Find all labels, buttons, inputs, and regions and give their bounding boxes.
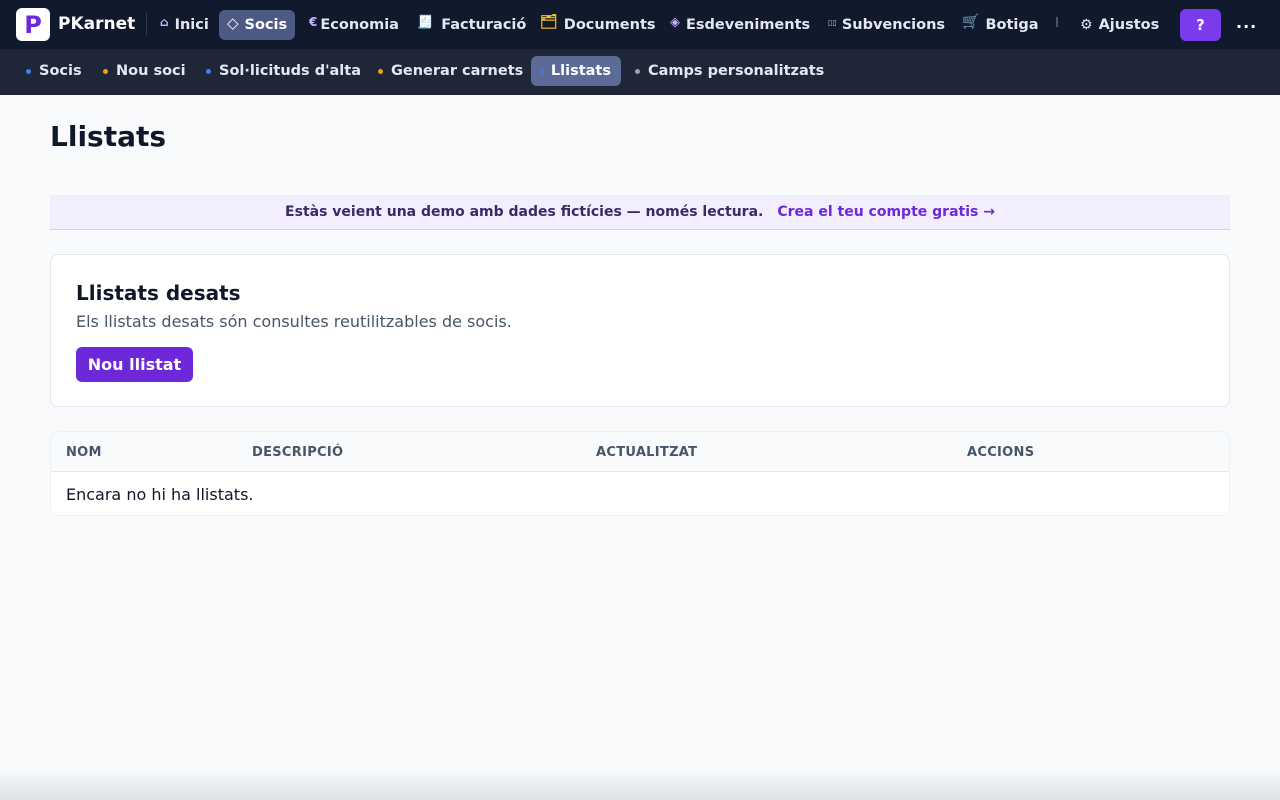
nav-item-inici[interactable]: ⌂ Inici bbox=[160, 10, 209, 40]
diamond-icon: ◇ bbox=[227, 14, 239, 32]
column-header-descripcio[interactable]: DESCRIPCIÓ bbox=[252, 445, 343, 460]
top-navbar: P PKarnet ⌂ Inici ◇ Socis € Economia 🧾 F… bbox=[0, 0, 1280, 49]
folder-icon: 🗂 bbox=[540, 14, 558, 30]
status-dot bbox=[103, 68, 108, 74]
help-button[interactable]: ? bbox=[1180, 9, 1221, 41]
subnav-item-label: Generar carnets bbox=[391, 63, 524, 79]
settings-button[interactable]: ⚙ Ajustos bbox=[1080, 10, 1159, 40]
new-list-button[interactable]: Nou llistat bbox=[76, 347, 193, 382]
lists-table: NOM DESCRIPCIÓ ACTUALITZAT ACCIONS Encar… bbox=[50, 431, 1230, 516]
more-menu-button[interactable]: ... bbox=[1236, 13, 1257, 32]
demo-banner-text: Estàs veient una demo amb dades fictície… bbox=[285, 204, 764, 220]
status-dot bbox=[26, 68, 31, 74]
cart-icon: 🛒 bbox=[962, 14, 980, 30]
subnav-item-label: Socis bbox=[39, 63, 82, 79]
nav-item-label: Economia bbox=[320, 17, 399, 33]
subnav-item-label: Llistats bbox=[550, 63, 611, 79]
subnav-item-nou-soci[interactable]: Nou soci bbox=[103, 56, 186, 86]
subnav-item-label: Sol·licituds d'alta bbox=[219, 63, 361, 79]
nav-item-label: Subvencions bbox=[841, 17, 946, 33]
gear-icon: ⚙ bbox=[1080, 17, 1093, 33]
receipt-icon: 🧾 bbox=[417, 14, 434, 30]
bottom-edge-shadow bbox=[0, 770, 1280, 800]
logo-letter: P bbox=[24, 10, 42, 39]
nav-item-label: Documents bbox=[563, 17, 656, 33]
app-logo[interactable]: P bbox=[16, 8, 50, 41]
column-header-actualitzat[interactable]: ACTUALITZAT bbox=[596, 445, 697, 460]
nav-item-botiga[interactable]: 🛒 Botiga bbox=[962, 10, 1039, 40]
app-name[interactable]: PKarnet bbox=[58, 14, 135, 34]
nav-divider bbox=[1056, 17, 1058, 27]
subnav-item-llistats[interactable]: Llistats bbox=[531, 56, 621, 86]
nav-item-documents[interactable]: 🗂 Documents bbox=[540, 10, 656, 40]
status-dot bbox=[378, 68, 383, 74]
nav-item-label: Botiga bbox=[985, 17, 1039, 33]
subnav-item-camps-personalitzats[interactable]: Camps personalitzats bbox=[635, 56, 824, 86]
status-dot bbox=[541, 68, 543, 74]
euro-icon: € bbox=[309, 15, 318, 29]
subnav-item-sollicituds[interactable]: Sol·licituds d'alta bbox=[206, 56, 361, 86]
column-header-accions: ACCIONS bbox=[967, 445, 1035, 460]
page-title: Llistats bbox=[50, 120, 167, 153]
event-icon: ◈ bbox=[670, 14, 680, 30]
card-description: Els llistats desats són consultes reutil… bbox=[76, 312, 512, 331]
nav-item-label: Socis bbox=[244, 17, 288, 33]
home-icon: ⌂ bbox=[160, 15, 169, 29]
column-header-nom[interactable]: NOM bbox=[66, 445, 102, 460]
subnav-item-generar-carnets[interactable]: Generar carnets bbox=[378, 56, 523, 86]
demo-banner: Estàs veient una demo amb dades fictície… bbox=[50, 195, 1230, 230]
card-title: Llistats desats bbox=[76, 281, 241, 305]
nav-item-facturacio[interactable]: 🧾 Facturació bbox=[417, 10, 526, 40]
subnav-item-label: Camps personalitzats bbox=[648, 63, 825, 79]
table-header: NOM DESCRIPCIÓ ACTUALITZAT ACCIONS bbox=[51, 432, 1229, 472]
nav-divider bbox=[146, 12, 147, 36]
nav-item-subvencions[interactable]: ▯▯ Subvencions bbox=[828, 10, 945, 40]
nav-item-label: Esdeveniments bbox=[686, 17, 811, 33]
saved-lists-card: Llistats desats Els llistats desats són … bbox=[50, 254, 1230, 407]
status-dot bbox=[635, 68, 640, 74]
create-account-link[interactable]: Crea el teu compte gratis → bbox=[777, 204, 995, 220]
settings-label: Ajustos bbox=[1098, 17, 1160, 33]
subnav-item-socis[interactable]: Socis bbox=[26, 56, 82, 86]
empty-state-message: Encara no hi ha llistats. bbox=[66, 485, 254, 504]
nav-item-esdeveniments[interactable]: ◈ Esdeveniments bbox=[670, 10, 810, 40]
nav-item-socis[interactable]: ◇ Socis bbox=[219, 10, 296, 40]
nav-item-label: Inici bbox=[174, 17, 209, 33]
nav-item-economia[interactable]: € Economia bbox=[309, 10, 399, 40]
section-subnav: Socis Nou soci Sol·licituds d'alta Gener… bbox=[0, 49, 1280, 95]
subnav-item-label: Nou soci bbox=[116, 63, 186, 79]
status-dot bbox=[206, 68, 211, 74]
nav-item-label: Facturació bbox=[441, 17, 527, 33]
grant-icon: ▯▯ bbox=[828, 17, 837, 27]
